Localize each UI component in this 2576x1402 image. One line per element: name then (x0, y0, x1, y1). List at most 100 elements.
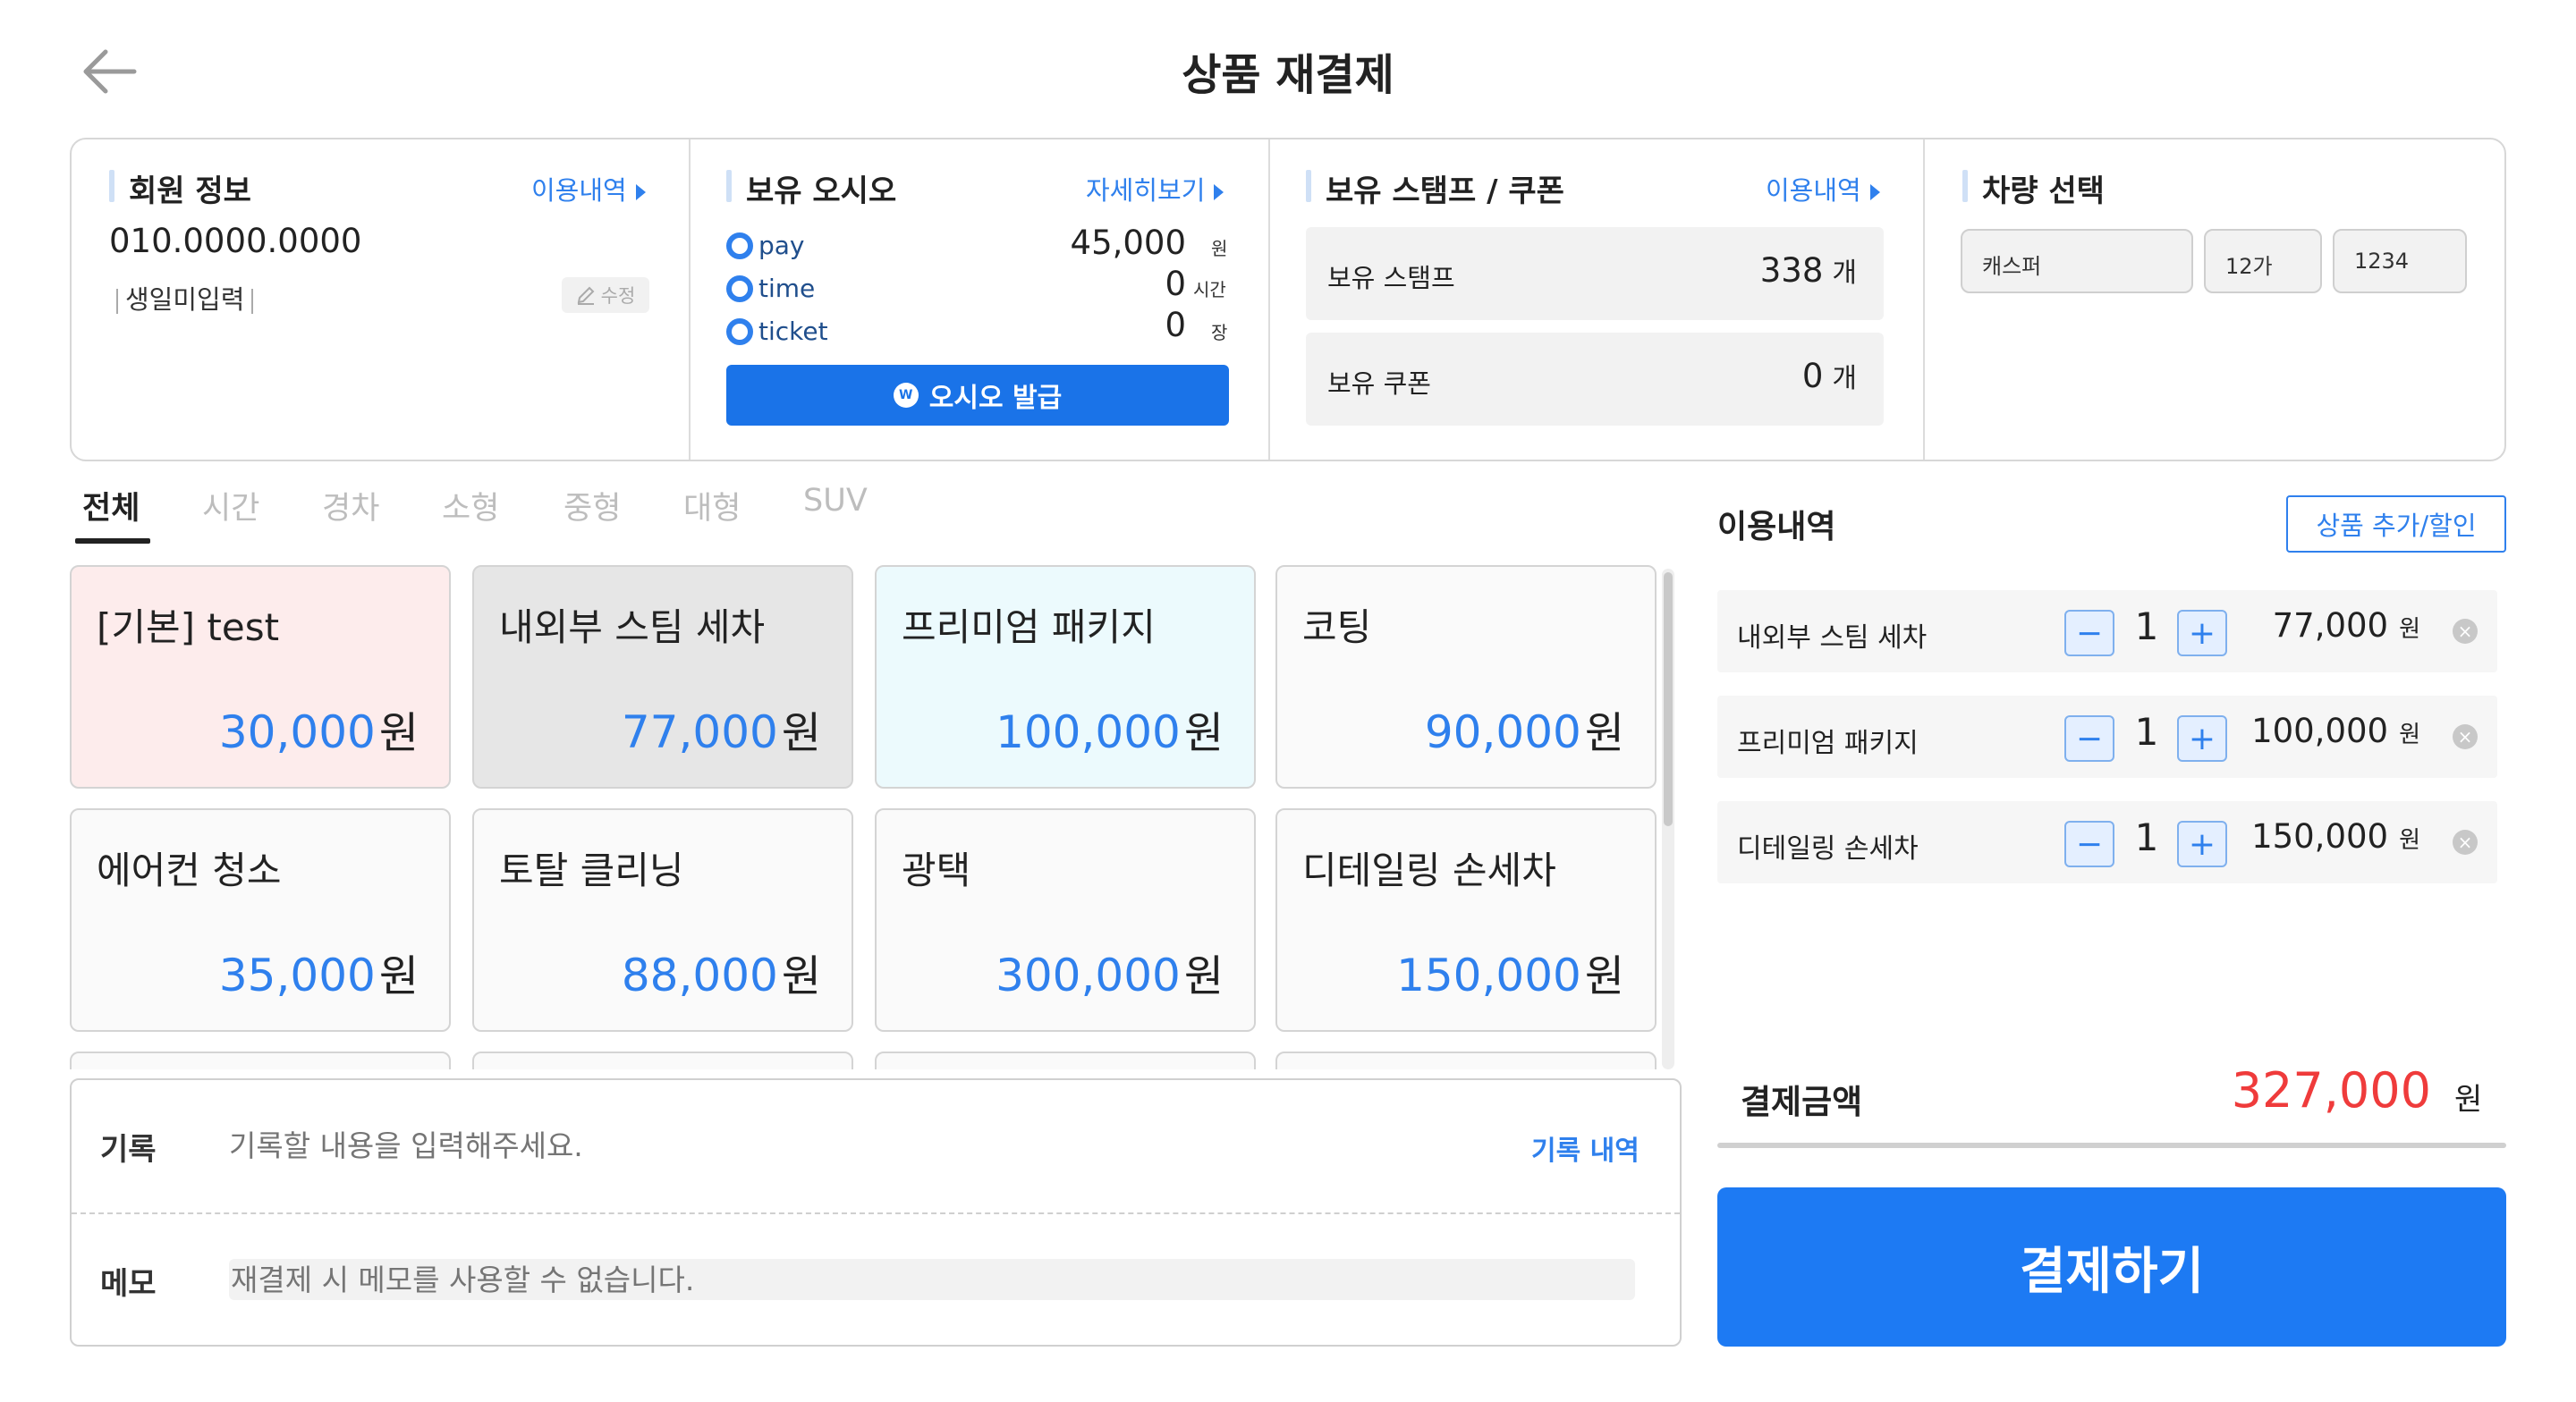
member-history-link[interactable]: 이용내역 (531, 170, 646, 207)
scrollbar-thumb[interactable] (1664, 572, 1673, 826)
product-card[interactable]: 내외부 스팀 세차 77,000원 (472, 565, 853, 789)
product-card[interactable]: 디테일링 손세차 150,000원 (1275, 808, 1657, 1032)
order-item-price: 100,000 원 (2251, 712, 2420, 750)
order-item-price: 77,000 원 (2273, 606, 2420, 645)
vehicle-model-field[interactable]: 캐스퍼 (1961, 229, 2193, 293)
remove-item-icon[interactable]: × (2453, 830, 2478, 855)
price-unit: 원 (781, 951, 821, 1001)
pay-button[interactable]: 결제하기 (1717, 1187, 2506, 1347)
divider (116, 289, 118, 314)
stamp-value: 338 개 (1760, 250, 1857, 290)
order-item: 내외부 스팀 세차 − 1 + 77,000 원 × (1717, 590, 2497, 672)
product-card[interactable]: 코팅 90,000원 (1275, 565, 1657, 789)
chevron-right-icon (1869, 184, 1880, 200)
price-unit: 원 (781, 708, 821, 758)
product-card[interactable]: 광택 300,000원 (875, 808, 1256, 1032)
price-amount: 100,000 (996, 706, 1181, 758)
divider (1268, 139, 1270, 460)
price-unit: 원 (378, 708, 419, 758)
oasis-pay-label: pay (758, 231, 805, 260)
product-name: 에어컨 청소 (97, 849, 282, 892)
tab-small[interactable]: 소형 (442, 483, 499, 528)
remove-item-icon[interactable]: × (2453, 724, 2478, 749)
decrease-button[interactable]: − (2064, 610, 2114, 656)
price-unit: 원 (1584, 708, 1624, 758)
oasis-time-value: 0 (1165, 265, 1186, 303)
product-card-partial[interactable] (70, 1052, 451, 1069)
oasis-issue-button[interactable]: W 오시오 발급 (726, 365, 1229, 426)
total-unit: 원 (2454, 1082, 2483, 1118)
decrease-button[interactable]: − (2064, 715, 2114, 762)
record-label: 기록 (100, 1132, 157, 1168)
tab-large[interactable]: 대형 (683, 483, 741, 528)
vehicle-plate-number-field[interactable]: 1234 (2333, 229, 2467, 293)
increase-button[interactable]: + (2177, 821, 2227, 867)
birthday-text: 생일미입력 (125, 284, 245, 315)
price-amount: 35,000 (218, 950, 376, 1001)
product-price: 77,000원 (622, 697, 821, 760)
member-history-label: 이용내역 (531, 175, 627, 206)
record-history-link[interactable]: 기록 내역 (1531, 1128, 1640, 1168)
increase-button[interactable]: + (2177, 610, 2227, 656)
oasis-issue-label: 오시오 발급 (928, 383, 1063, 414)
oasis-pay-unit: 원 (1211, 238, 1228, 259)
price-unit: 원 (2399, 616, 2420, 643)
record-input[interactable] (229, 1123, 1481, 1168)
member-birthday: 생일미입력 (109, 279, 260, 317)
product-price: 150,000원 (1396, 941, 1624, 1003)
divider (251, 289, 254, 314)
price-amount: 88,000 (621, 950, 778, 1001)
product-price: 30,000원 (219, 697, 419, 760)
product-name: 코팅 (1302, 605, 1372, 649)
product-card-partial[interactable] (875, 1052, 1256, 1069)
price-unit: 원 (1183, 951, 1224, 1001)
price-unit: 원 (378, 951, 419, 1001)
tab-suv[interactable]: SUV (803, 483, 868, 519)
product-card[interactable]: 토탈 클리닝 88,000원 (472, 808, 853, 1032)
price-amount: 30,000 (218, 706, 376, 758)
oasis-detail-link[interactable]: 자세히보기 (1086, 170, 1224, 207)
price-amount: 100,000 (2251, 712, 2389, 750)
product-name: 내외부 스팀 세차 (499, 605, 766, 649)
chevron-right-icon (1214, 184, 1224, 200)
product-card-partial[interactable] (472, 1052, 853, 1069)
decrease-button[interactable]: − (2064, 821, 2114, 867)
product-card[interactable]: [기본] test 30,000원 (70, 565, 451, 789)
oasis-detail-label: 자세히보기 (1086, 175, 1206, 206)
oasis-ring-icon (726, 274, 753, 302)
oasis-ticket-label: ticket (758, 317, 828, 346)
price-amount: 150,000 (1396, 950, 1581, 1001)
divider (1717, 1143, 2506, 1148)
remove-item-icon[interactable]: × (2453, 619, 2478, 644)
vehicle-plate-prefix-field[interactable]: 12가 (2204, 229, 2322, 293)
price-unit: 원 (2399, 827, 2420, 854)
edit-button[interactable]: 수정 (562, 277, 649, 313)
price-unit: 원 (1584, 951, 1624, 1001)
coupon-value: 0개 (1802, 356, 1857, 395)
increase-button[interactable]: + (2177, 715, 2227, 762)
member-phone: 010.0000.0000 (109, 222, 362, 260)
tab-compact[interactable]: 경차 (322, 483, 379, 528)
product-price: 35,000원 (219, 941, 419, 1003)
add-product-discount-button[interactable]: 상품 추가/할인 (2286, 495, 2506, 553)
coupon-label: 보유 쿠폰 (1327, 368, 1431, 399)
order-item-name: 내외부 스팀 세차 (1737, 622, 1928, 654)
tab-time[interactable]: 시간 (202, 483, 259, 528)
oasis-title: 보유 오시오 (726, 166, 896, 210)
product-price: 88,000원 (622, 941, 821, 1003)
stamps-history-link[interactable]: 이용내역 (1766, 170, 1880, 207)
oasis-pay-value: 45,000 (1070, 224, 1186, 262)
divider (72, 1212, 1680, 1214)
product-card-partial[interactable] (1275, 1052, 1657, 1069)
product-card[interactable]: 프리미엄 패키지 100,000원 (875, 565, 1256, 789)
tab-midsize[interactable]: 중형 (564, 483, 621, 528)
divider (689, 139, 691, 460)
tab-all[interactable]: 전체 (82, 483, 140, 528)
stamp-label: 보유 스탬프 (1327, 263, 1455, 293)
tab-underline (75, 538, 150, 544)
product-grid: [기본] test 30,000원 내외부 스팀 세차 77,000원 프리미엄… (70, 565, 1662, 1069)
product-card[interactable]: 에어컨 청소 35,000원 (70, 808, 451, 1032)
product-price: 100,000원 (996, 697, 1224, 760)
price-unit: 원 (1183, 708, 1224, 758)
product-name: [기본] test (97, 605, 280, 649)
